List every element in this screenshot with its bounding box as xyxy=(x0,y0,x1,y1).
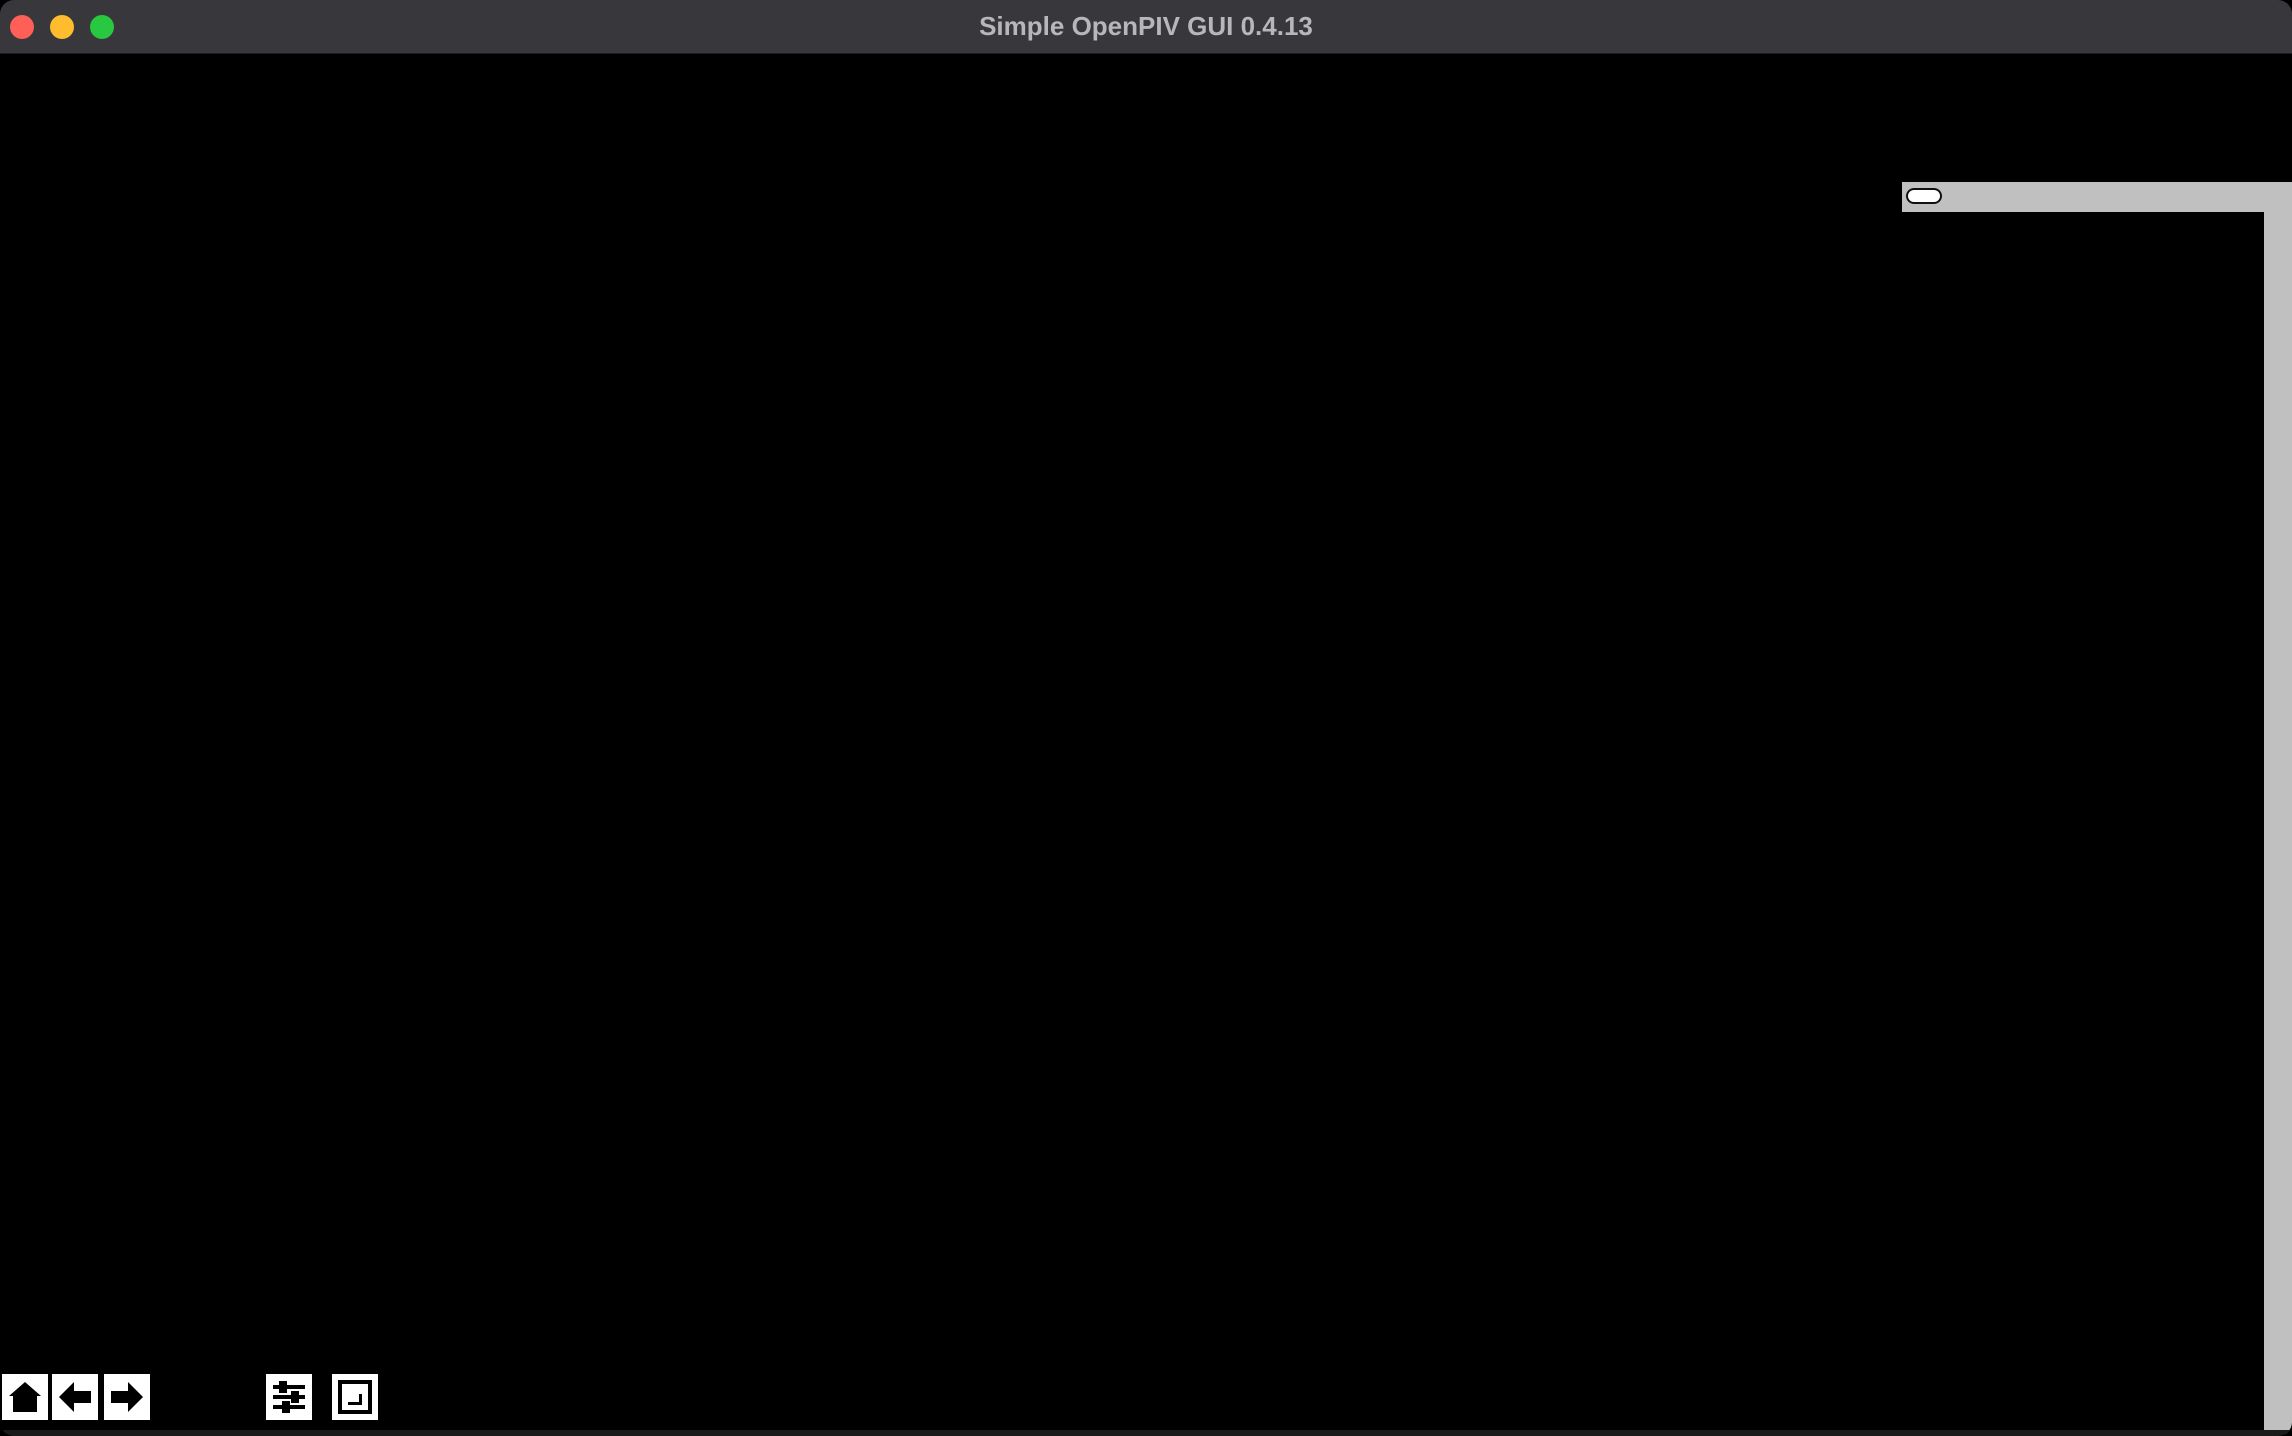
side-panel-header xyxy=(1902,182,2292,212)
navigation-toolbar xyxy=(0,1372,400,1420)
plot-canvas[interactable] xyxy=(0,54,2264,1434)
sliders-icon xyxy=(273,1381,305,1413)
save-button[interactable] xyxy=(332,1374,378,1420)
forward-button[interactable] xyxy=(104,1374,150,1420)
vertical-scrollbar[interactable] xyxy=(2264,212,2292,1434)
back-button[interactable] xyxy=(52,1374,98,1420)
app-window: Simple OpenPIV GUI 0.4.13 xyxy=(0,0,2292,1436)
home-button[interactable] xyxy=(2,1374,48,1420)
window-title: Simple OpenPIV GUI 0.4.13 xyxy=(979,11,1313,41)
configure-subplots-button[interactable] xyxy=(266,1374,312,1420)
pill-toggle-icon[interactable] xyxy=(1906,188,1942,204)
arrow-right-icon xyxy=(111,1382,143,1412)
title-bar[interactable]: Simple OpenPIV GUI 0.4.13 xyxy=(0,0,2292,54)
arrow-left-icon xyxy=(59,1382,91,1412)
window-bottom-edge xyxy=(0,1430,2292,1436)
save-icon xyxy=(338,1380,372,1414)
home-icon xyxy=(9,1382,41,1412)
